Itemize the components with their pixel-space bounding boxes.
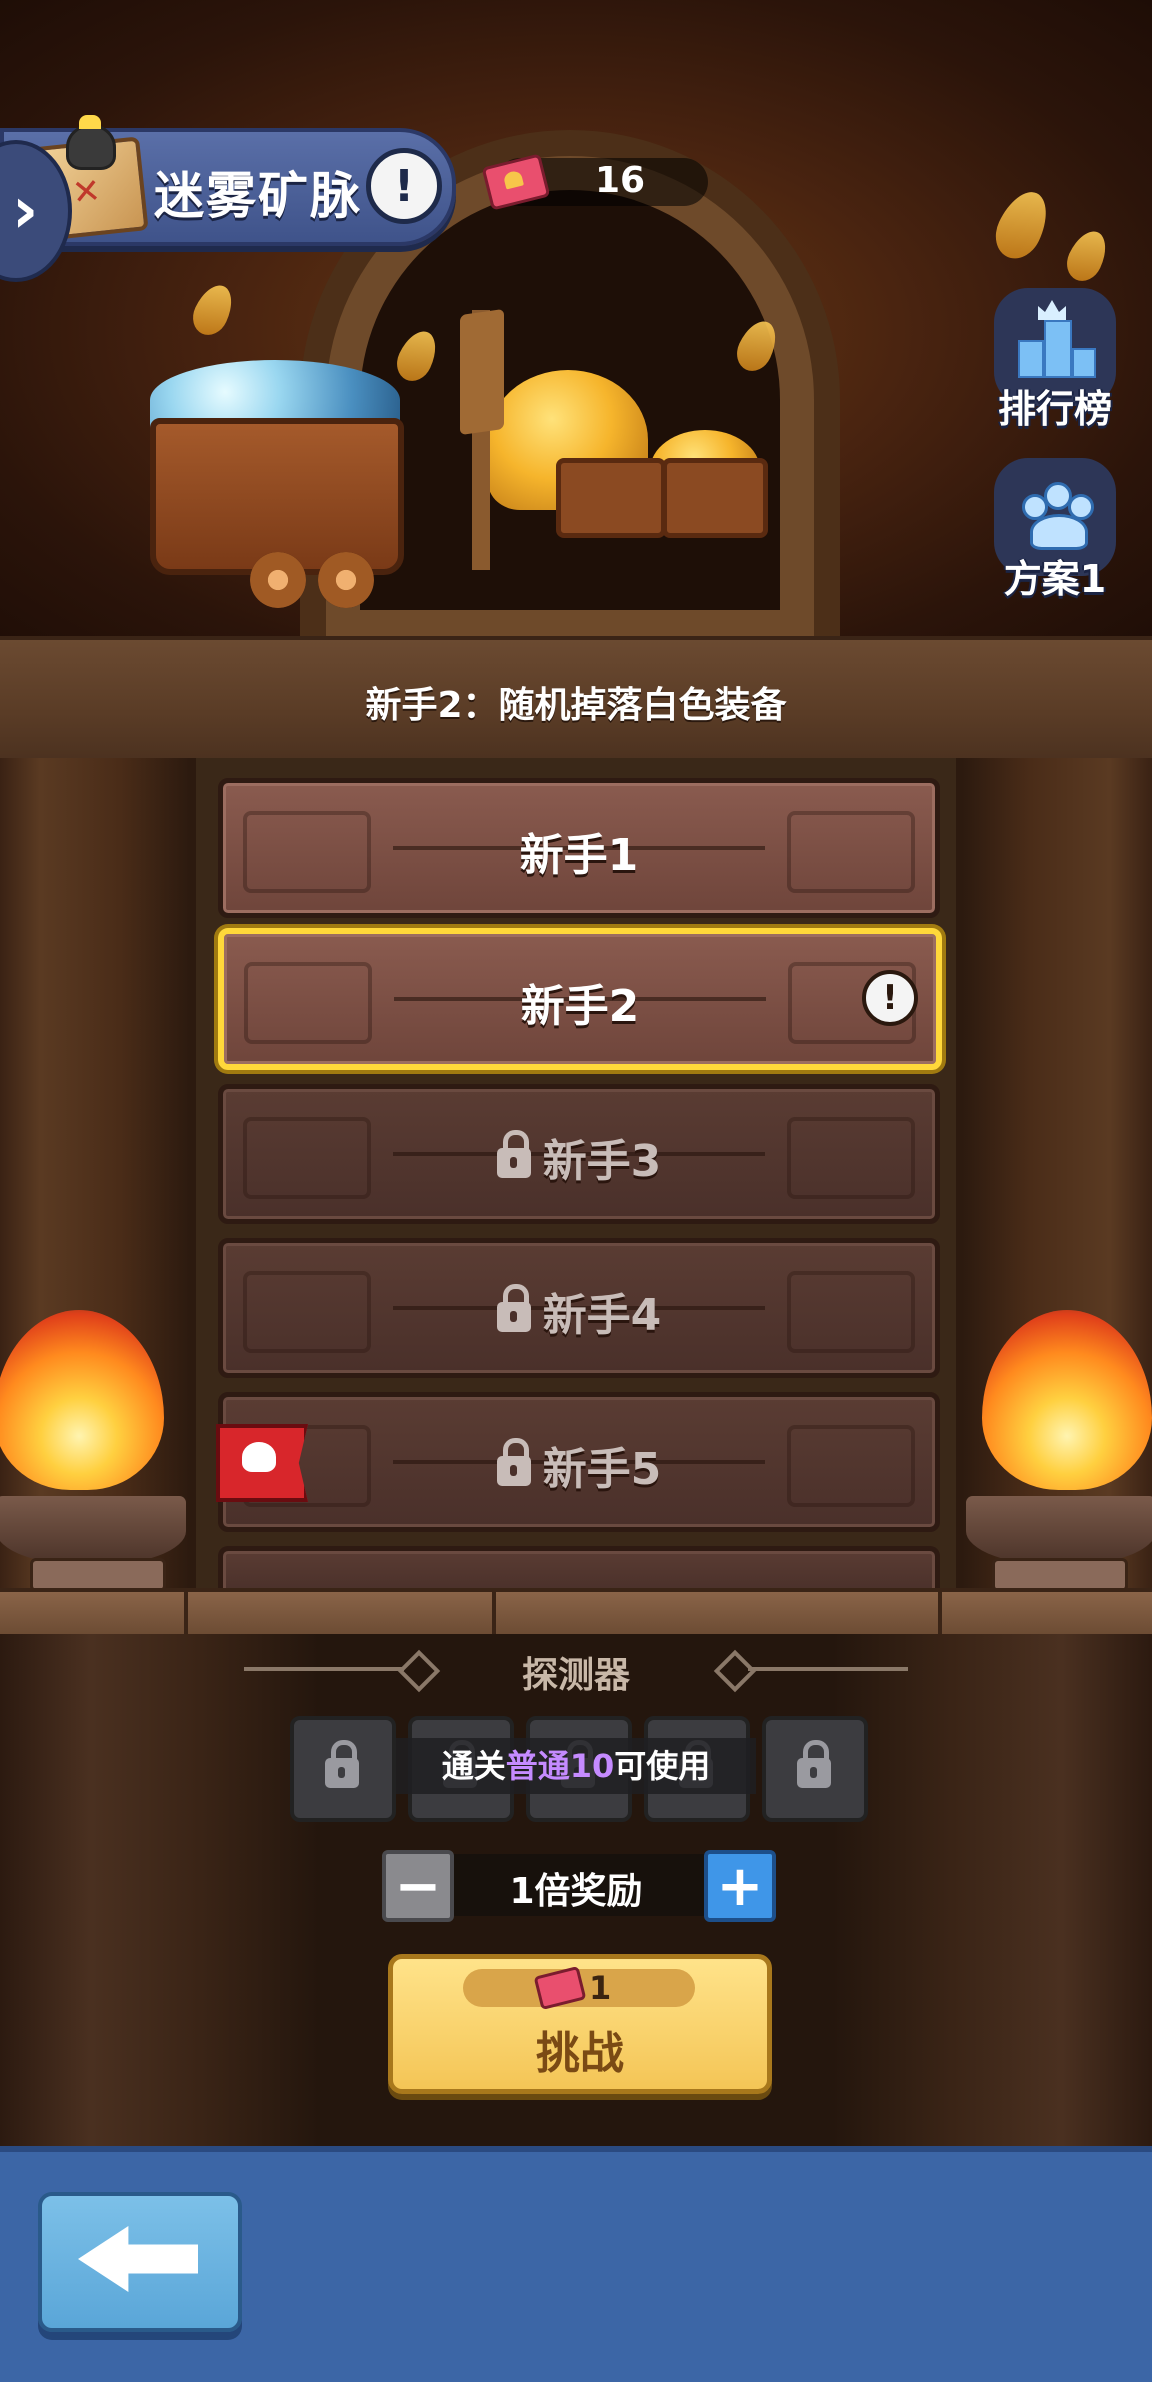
mine-cart-icon: [662, 458, 768, 538]
reward-multiplier-label: 1倍奖励: [509, 1871, 643, 1912]
detector-slot-5[interactable]: [762, 1716, 868, 1822]
level-label: 新手4: [542, 1290, 662, 1341]
challenge-label: 挑战: [536, 2028, 624, 2079]
back-button[interactable]: [38, 2192, 242, 2332]
leaderboard-icon: [1018, 320, 1096, 378]
level-button-4[interactable]: 新手4: [218, 1238, 940, 1378]
leaf-icon: [987, 183, 1057, 267]
increase-multiplier-button[interactable]: +: [704, 1850, 776, 1922]
plan-button[interactable]: 方案1: [990, 458, 1120, 603]
level-label: 新手2: [520, 981, 640, 1032]
level-button-1[interactable]: 新手1: [218, 778, 940, 918]
decrease-multiplier-button[interactable]: −: [382, 1850, 454, 1922]
sign-board-icon: [460, 308, 504, 436]
ticket-count: 16: [594, 160, 646, 201]
unlock-requirement: 普通10: [505, 1747, 615, 1785]
lock-icon: [496, 1130, 531, 1178]
level-info-icon[interactable]: !: [862, 970, 918, 1026]
challenge-button[interactable]: 1 挑战: [388, 1954, 772, 2094]
level-label: 新手3: [542, 1136, 662, 1187]
miner-icon: [66, 115, 116, 170]
plan-label: 方案1: [1003, 557, 1107, 601]
challenge-cost-value: 1: [589, 1969, 612, 2007]
cart-wheel-icon: [318, 552, 374, 608]
level-label: 新手1: [519, 830, 639, 881]
lock-icon: [496, 1284, 531, 1332]
stage-description: 新手2：随机掉落白色装备: [365, 685, 787, 726]
info-button[interactable]: !: [366, 148, 442, 224]
level-button-6-partial[interactable]: [218, 1546, 940, 1593]
leaf-icon: [1060, 225, 1114, 287]
mine-scene: [0, 0, 1152, 636]
lock-icon: [496, 1438, 531, 1486]
detector-slot-1[interactable]: [290, 1716, 396, 1822]
leaf-icon: [186, 279, 240, 341]
stage-info-bar: 新手2：随机掉落白色装备: [0, 636, 1152, 768]
chevron-right-icon: ›: [12, 174, 39, 248]
leaderboard-button[interactable]: 排行榜: [990, 288, 1120, 433]
leaderboard-label: 排行榜: [997, 387, 1112, 431]
detector-unlock-hint: 通关普通10可使用: [396, 1738, 756, 1794]
level-label: 新手5: [542, 1444, 662, 1495]
team-icon: [1016, 478, 1096, 558]
mine-cart-icon: [556, 458, 666, 538]
detector-title: 探测器: [521, 1655, 630, 1696]
lock-icon: [797, 1740, 831, 1788]
divider-line: [748, 1667, 908, 1671]
arrow-left-icon: [78, 2226, 198, 2292]
level-button-5[interactable]: 新手5: [218, 1392, 940, 1532]
level-button-2[interactable]: 新手2 !: [218, 928, 942, 1070]
level-button-3[interactable]: 新手3: [218, 1084, 940, 1224]
boss-skull-icon: [216, 1424, 308, 1502]
lock-icon: [325, 1740, 359, 1788]
cart-wheel-icon: [250, 552, 306, 608]
page-title: 迷雾矿脉: [154, 167, 362, 225]
crown-icon: [1038, 300, 1066, 320]
